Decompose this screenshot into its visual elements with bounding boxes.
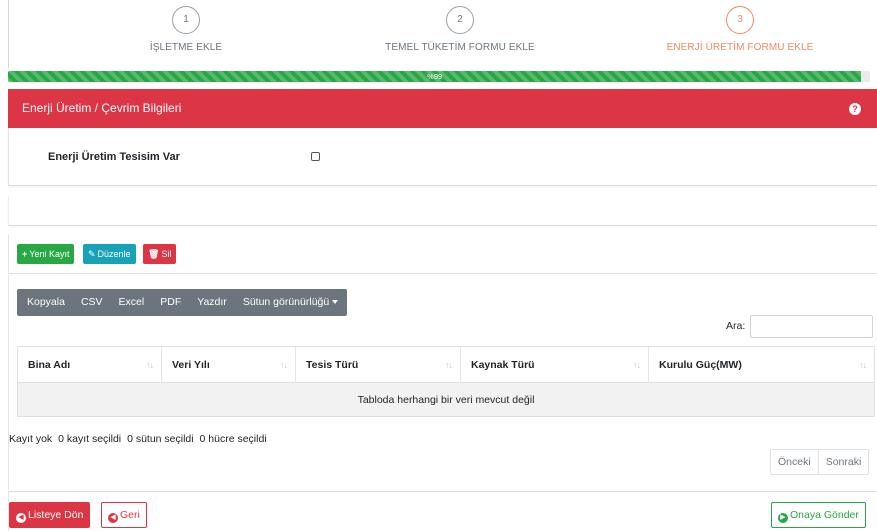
column-header-installed-power[interactable]: Kurulu Güç(MW) ↑↓ <box>648 346 875 383</box>
table-row: Tabloda herhangi bir veri mevcut değil <box>17 382 875 417</box>
section-title: Enerji Üretim / Çevrim Bilgileri <box>22 101 182 115</box>
cols-selected-info: 0 sütun seçildi <box>127 433 194 445</box>
column-header-source-type[interactable]: Kaynak Türü ↑↓ <box>460 346 649 383</box>
records-table: Bina Adı ↑↓ Veri Yılı ↑↓ Tesis Türü ↑↓ Kayn… <box>17 346 875 417</box>
column-header-label: Kurulu Güç(MW) <box>659 358 742 371</box>
empty-table-message: Tabloda herhangi bir veri mevcut değil <box>17 382 875 417</box>
delete-button[interactable]: 🗑 Sil <box>143 244 177 264</box>
copy-button[interactable]: Kopyala <box>17 289 73 316</box>
column-header-building[interactable]: Bina Adı ↑↓ <box>17 346 162 383</box>
next-page-button[interactable]: Sonraki <box>817 450 869 474</box>
sort-icon: ↑↓ <box>146 360 154 370</box>
energy-facility-checkbox[interactable] <box>311 152 320 161</box>
excel-button[interactable]: Excel <box>111 289 153 316</box>
print-button[interactable]: Yazdır <box>189 289 235 316</box>
sort-icon: ↑↓ <box>445 360 453 370</box>
back-to-list-label: Listeye Dön <box>28 509 84 521</box>
step-2-label: TEMEL TÜKETİM FORMU EKLE <box>385 42 535 53</box>
form-footer: ◀ Listeye Dön ◀ Geri ▶ Onaya Gönder <box>8 491 877 531</box>
progress-bar-fill: %99 <box>8 71 862 82</box>
delete-label: Sil <box>161 249 172 259</box>
back-button[interactable]: ◀ Geri <box>101 502 147 528</box>
pencil-icon: ✎ <box>88 249 96 259</box>
column-header-facility-type[interactable]: Tesis Türü ↑↓ <box>295 346 461 383</box>
column-header-label: Bina Adı <box>28 358 71 371</box>
arrow-right-circle-icon: ▶ <box>778 513 788 523</box>
cells-selected-info: 0 hücre seçildi <box>199 433 267 445</box>
step-2-number: 2 <box>446 6 474 34</box>
column-header-label: Tesis Türü <box>306 358 359 371</box>
sort-icon: ↑↓ <box>859 360 867 370</box>
step-1[interactable]: 1 İŞLETME EKLE <box>66 6 306 53</box>
csv-button[interactable]: CSV <box>73 289 111 316</box>
step-2[interactable]: 2 TEMEL TÜKETİM FORMU EKLE <box>340 6 580 53</box>
table-info: Kayıt yok 0 kayıt seçildi 0 sütun seçild… <box>9 433 270 445</box>
step-3-label: ENERJİ ÜRETİM FORMU EKLE <box>666 42 814 53</box>
table-header-row: Bina Adı ↑↓ Veri Yılı ↑↓ Tesis Türü ↑↓ Kayn… <box>17 346 875 383</box>
question-circle-icon[interactable]: ? <box>849 103 861 115</box>
step-1-number: 1 <box>172 6 200 34</box>
back-to-list-button[interactable]: ◀ Listeye Dön <box>9 502 91 528</box>
arrow-left-circle-icon: ◀ <box>16 513 26 523</box>
sort-icon: ↑↓ <box>280 360 288 370</box>
search-input[interactable] <box>750 315 873 338</box>
step-3[interactable]: 3 ENERJİ ÜRETİM FORMU EKLE <box>620 6 860 53</box>
column-header-label: Veri Yılı <box>172 358 210 371</box>
record-actions: + Yeni Kayıt ✎ Düzenle 🗑 Sil <box>8 234 877 274</box>
form-stepper: 1 İŞLETME EKLE 2 TEMEL TÜKETİM FORMU EKL… <box>8 0 877 68</box>
back-label: Geri <box>120 509 140 521</box>
trash-icon: 🗑 <box>148 249 160 259</box>
energy-facility-label: Enerji Üretim Tesisim Var <box>48 151 180 163</box>
datatable-wrapper: Kopyala CSV Excel PDF Yazdır Sütun görün… <box>8 275 877 490</box>
column-visibility-button[interactable]: Sütun görünürlüğü <box>235 289 346 316</box>
export-button-group: Kopyala CSV Excel PDF Yazdır Sütun görün… <box>17 289 347 316</box>
new-record-label: Yeni Kayıt <box>29 249 70 259</box>
section-body: Enerji Üretim Tesisim Var <box>8 128 877 186</box>
arrow-left-circle-icon: ◀ <box>108 513 118 523</box>
search-label: Ara: <box>726 320 746 332</box>
empty-panel <box>8 196 877 226</box>
edit-button[interactable]: ✎ Düzenle <box>83 244 136 264</box>
rows-selected-info: 0 kayıt seçildi <box>58 433 122 445</box>
submit-approval-label: Onaya Gönder <box>790 509 859 521</box>
step-3-number: 3 <box>726 6 754 34</box>
step-1-label: İŞLETME EKLE <box>149 42 223 53</box>
edit-label: Düzenle <box>97 249 131 259</box>
pdf-button[interactable]: PDF <box>152 289 189 316</box>
caret-down-icon <box>332 300 339 305</box>
prev-page-button[interactable]: Önceki <box>771 450 818 474</box>
column-header-label: Kaynak Türü <box>471 358 535 371</box>
records-info: Kayıt yok <box>9 433 53 445</box>
sort-icon: ↑↓ <box>633 360 641 370</box>
new-record-button[interactable]: + Yeni Kayıt <box>17 244 75 264</box>
progress-bar: %99 <box>8 71 870 82</box>
pagination: Önceki Sonraki <box>770 449 870 475</box>
submit-approval-button[interactable]: ▶ Onaya Gönder <box>771 502 866 528</box>
plus-icon: + <box>22 249 28 259</box>
column-header-year[interactable]: Veri Yılı ↑↓ <box>161 346 296 383</box>
column-visibility-label: Sütun görünürlüğü <box>242 296 330 308</box>
section-header: Enerji Üretim / Çevrim Bilgileri ? <box>8 89 877 128</box>
